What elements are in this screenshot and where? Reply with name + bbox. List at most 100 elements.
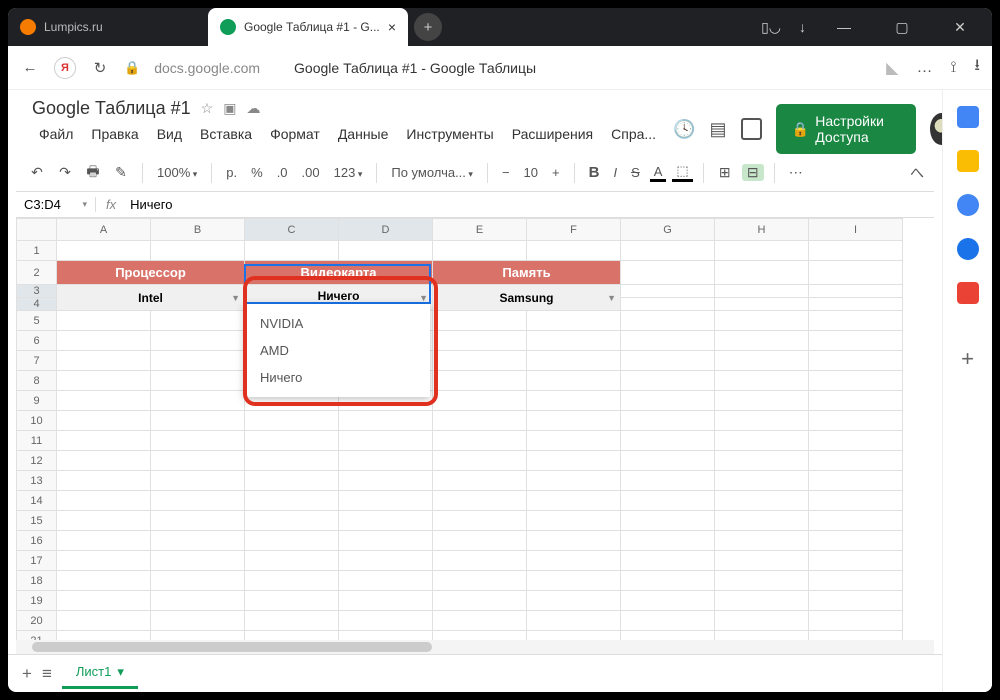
menu-file[interactable]: Файл [32, 123, 80, 145]
contacts-icon[interactable] [957, 238, 979, 260]
menu-extensions[interactable]: Расширения [505, 123, 600, 145]
bookmark-icon[interactable]: ◣ [886, 58, 898, 78]
row-header[interactable]: 10 [17, 411, 57, 431]
row-header[interactable]: 12 [17, 451, 57, 471]
maximize-button[interactable]: ▢ [882, 19, 922, 36]
menu-data[interactable]: Данные [331, 123, 396, 145]
dropdown-mem[interactable]: Samsung▼ [433, 285, 621, 311]
spreadsheet-grid[interactable]: A B C D E F G H I 1 2 Процессор Видеокар… [16, 218, 934, 640]
italic-button[interactable]: I [609, 165, 621, 180]
cell-reference[interactable]: C3:D4 [16, 197, 96, 212]
menu-format[interactable]: Формат [263, 123, 327, 145]
browser-tab-active[interactable]: Google Таблица #1 - G... × [208, 8, 408, 46]
back-button[interactable]: ← [20, 59, 40, 76]
increase-decimal-button[interactable]: .00 [298, 165, 324, 180]
number-format-button[interactable]: 123 [330, 165, 367, 180]
col-header[interactable]: A [57, 219, 151, 241]
minimize-button[interactable]: — [824, 19, 864, 35]
row-header[interactable]: 15 [17, 511, 57, 531]
col-header[interactable]: H [715, 219, 809, 241]
tasks-icon[interactable] [957, 194, 979, 216]
chevron-down-icon[interactable]: ▾ [117, 664, 124, 680]
fx-icon[interactable]: fx [96, 197, 126, 212]
star-icon[interactable]: ☆ [201, 100, 214, 117]
row-header[interactable]: 4 [17, 298, 57, 311]
header-mem[interactable]: Память [433, 261, 621, 285]
col-header[interactable]: F [527, 219, 621, 241]
share-button[interactable]: 🔒 Настройки Доступа [776, 104, 916, 154]
col-header[interactable]: E [433, 219, 527, 241]
downloads-icon[interactable]: ⭳ [974, 54, 980, 81]
row-header[interactable]: 18 [17, 571, 57, 591]
close-window-button[interactable]: ✕ [940, 19, 980, 36]
chevron-down-icon[interactable]: ▼ [607, 293, 616, 303]
dropdown-cpu[interactable]: Intel▼ [57, 285, 245, 311]
borders-icon[interactable]: ⊞ [714, 164, 736, 181]
extensions-icon[interactable]: ⟟ [950, 59, 956, 77]
calendar-icon[interactable] [957, 106, 979, 128]
all-sheets-button[interactable]: ≡ [42, 664, 52, 684]
cloud-status-icon[interactable]: ☁ [246, 100, 260, 117]
paint-format-icon[interactable]: ✎ [110, 164, 132, 181]
currency-button[interactable]: р. [222, 165, 241, 180]
font-select[interactable]: По умолча... [387, 165, 477, 180]
col-header[interactable]: G [621, 219, 715, 241]
dropdown-option[interactable]: AMD [244, 337, 430, 364]
row-header[interactable]: 3 [17, 285, 57, 298]
collapse-toolbar-icon[interactable]: へ [910, 163, 924, 183]
row-header[interactable]: 21 [17, 631, 57, 641]
download-icon[interactable]: ↓ [799, 19, 806, 35]
yandex-icon[interactable]: Я [54, 57, 76, 79]
add-addon-button[interactable]: + [961, 346, 974, 372]
print-icon[interactable]: 🖶 [82, 161, 104, 185]
font-size-plus[interactable]: + [548, 165, 564, 180]
browser-tab-inactive[interactable]: Lumpics.ru [8, 8, 208, 46]
text-color-button[interactable]: A [650, 164, 667, 182]
chevron-down-icon[interactable]: ▼ [419, 293, 428, 303]
row-header[interactable]: 17 [17, 551, 57, 571]
header-gpu[interactable]: Видеокарта [245, 261, 433, 285]
keep-icon[interactable] [957, 150, 979, 172]
row-header[interactable]: 1 [17, 241, 57, 261]
col-header[interactable]: B [151, 219, 245, 241]
row-header[interactable]: 7 [17, 351, 57, 371]
dropdown-option[interactable]: NVIDIA [244, 310, 430, 337]
merge-icon[interactable]: ⊟ [742, 164, 764, 181]
row-header[interactable]: 16 [17, 531, 57, 551]
row-header[interactable]: 20 [17, 611, 57, 631]
redo-icon[interactable]: ↷ [54, 164, 76, 181]
close-tab-icon[interactable]: × [388, 19, 396, 35]
header-cpu[interactable]: Процессор [57, 261, 245, 285]
fill-color-button[interactable]: ⬚ [672, 163, 692, 182]
comments-icon[interactable]: ▤ [710, 119, 727, 140]
col-header[interactable]: C [245, 219, 339, 241]
more-toolbar-icon[interactable]: ⋯ [785, 164, 807, 181]
menu-edit[interactable]: Правка [84, 123, 145, 145]
url-text[interactable]: docs.google.com [154, 60, 260, 76]
row-header[interactable]: 13 [17, 471, 57, 491]
row-header[interactable]: 2 [17, 261, 57, 285]
font-size-minus[interactable]: − [498, 165, 514, 180]
new-tab-button[interactable]: + [414, 13, 442, 41]
formula-value[interactable]: Ничего [126, 197, 176, 212]
row-header[interactable]: 6 [17, 331, 57, 351]
user-avatar[interactable] [930, 113, 942, 145]
decrease-decimal-button[interactable]: .0 [273, 165, 292, 180]
strike-button[interactable]: S [627, 165, 644, 180]
move-folder-icon[interactable]: ▣ [223, 100, 236, 117]
row-header[interactable]: 11 [17, 431, 57, 451]
font-size[interactable]: 10 [520, 165, 542, 180]
maps-icon[interactable] [957, 282, 979, 304]
history-icon[interactable]: 🕓 [673, 119, 695, 140]
horizontal-scrollbar[interactable] [16, 640, 934, 654]
more-icon[interactable]: … [916, 59, 932, 77]
row-header[interactable]: 9 [17, 391, 57, 411]
select-all-corner[interactable] [17, 219, 57, 241]
document-title[interactable]: Google Таблица #1 [32, 98, 191, 119]
chevron-down-icon[interactable]: ▼ [231, 293, 240, 303]
undo-icon[interactable]: ↶ [26, 164, 48, 181]
menu-view[interactable]: Вид [150, 123, 189, 145]
row-header[interactable]: 19 [17, 591, 57, 611]
menu-help[interactable]: Спра... [604, 123, 663, 145]
dropdown-option[interactable]: Ничего [244, 364, 430, 391]
